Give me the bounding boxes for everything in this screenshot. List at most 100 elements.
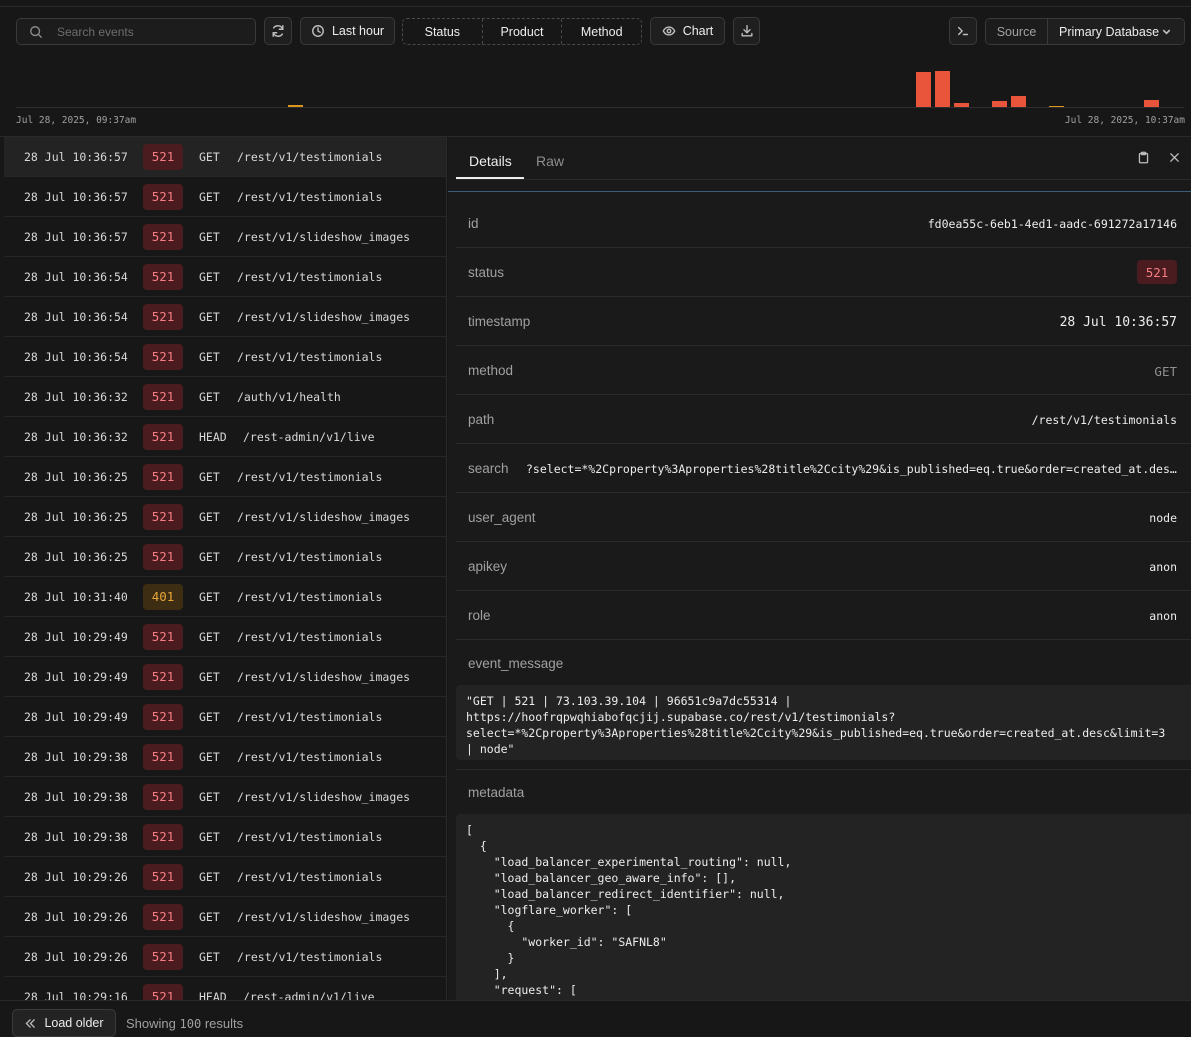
log-row[interactable]: 28 Jul 10:31:40 401 GET/rest/v1/testimonia… bbox=[4, 577, 446, 617]
histogram-bar[interactable] bbox=[1011, 96, 1026, 107]
log-method: GET bbox=[199, 149, 220, 164]
log-row[interactable]: 28 Jul 10:29:26 521 GET/rest/v1/slideshow_… bbox=[4, 897, 446, 937]
log-path: /rest/v1/testimonials bbox=[237, 949, 383, 964]
log-row[interactable]: 28 Jul 10:29:26 521 GET/rest/v1/testimonia… bbox=[4, 857, 446, 897]
log-row[interactable]: 28 Jul 10:29:49 521 GET/rest/v1/slideshow_… bbox=[4, 657, 446, 697]
log-row[interactable]: 28 Jul 10:36:57 521 GET/rest/v1/slideshow_… bbox=[4, 217, 446, 257]
histogram-bar[interactable] bbox=[935, 71, 950, 107]
log-path: /rest/v1/testimonials bbox=[237, 589, 383, 604]
log-row[interactable]: 28 Jul 10:29:38 521 GET/rest/v1/testimonia… bbox=[4, 817, 446, 857]
time-range-button[interactable]: Last hour bbox=[300, 17, 395, 45]
field-key: search bbox=[468, 461, 509, 476]
tab-raw[interactable]: Raw bbox=[536, 153, 564, 169]
status-badge: 521 bbox=[143, 343, 183, 370]
chart-toggle-button[interactable]: Chart bbox=[650, 17, 725, 45]
clipboard-icon[interactable] bbox=[1137, 151, 1150, 164]
log-row[interactable]: 28 Jul 10:36:54 521 GET/rest/v1/testimonia… bbox=[4, 337, 446, 377]
log-method: GET bbox=[199, 949, 220, 964]
results-count: Showing 100 results bbox=[126, 1016, 243, 1031]
close-icon[interactable] bbox=[1168, 151, 1181, 164]
refresh-icon bbox=[272, 25, 284, 37]
tab-details[interactable]: Details bbox=[469, 153, 512, 169]
showing-prefix: Showing bbox=[126, 1016, 176, 1031]
load-older-button[interactable]: Load older bbox=[12, 1009, 116, 1037]
log-row[interactable]: 28 Jul 10:36:57 521 GET/rest/v1/testimonia… bbox=[4, 137, 446, 177]
log-method: HEAD bbox=[199, 989, 227, 1001]
search-input[interactable] bbox=[57, 24, 237, 39]
log-timestamp: 28 Jul 10:36:32 bbox=[24, 389, 128, 404]
filter-status[interactable]: Status bbox=[403, 19, 483, 44]
status-badge: 521 bbox=[143, 223, 183, 250]
log-list[interactable]: 28 Jul 10:36:57 521 GET/rest/v1/testimonia… bbox=[4, 137, 447, 1000]
log-method: GET bbox=[199, 509, 220, 524]
log-timestamp: 28 Jul 10:29:26 bbox=[24, 949, 128, 964]
log-row[interactable]: 28 Jul 10:36:54 521 GET/rest/v1/testimonia… bbox=[4, 257, 446, 297]
field-key: id bbox=[468, 216, 479, 231]
log-timestamp: 28 Jul 10:36:57 bbox=[24, 149, 128, 164]
log-path: /rest/v1/testimonials bbox=[237, 549, 383, 564]
log-row[interactable]: 28 Jul 10:36:32 521 GET/auth/v1/health bbox=[4, 377, 446, 417]
histogram-bar[interactable] bbox=[1144, 100, 1159, 107]
panel-accent-line bbox=[448, 191, 1191, 192]
log-timestamp: 28 Jul 10:36:25 bbox=[24, 509, 128, 524]
log-row[interactable]: 28 Jul 10:36:25 521 GET/rest/v1/slideshow_… bbox=[4, 497, 446, 537]
filter-product[interactable]: Product bbox=[483, 19, 563, 44]
log-row[interactable]: 28 Jul 10:36:54 521 GET/rest/v1/slideshow_… bbox=[4, 297, 446, 337]
source-selector[interactable]: Source Primary Database bbox=[985, 18, 1185, 45]
log-path: /rest/v1/testimonials bbox=[237, 149, 383, 164]
status-badge: 521 bbox=[143, 543, 183, 570]
log-method: GET bbox=[199, 589, 220, 604]
histogram-bar[interactable] bbox=[916, 72, 931, 107]
status-badge: 521 bbox=[143, 263, 183, 290]
log-row[interactable]: 28 Jul 10:29:38 521 GET/rest/v1/slideshow_… bbox=[4, 777, 446, 817]
active-tab-indicator bbox=[456, 177, 524, 179]
histogram-end-label: Jul 28, 2025, 10:37am bbox=[1064, 115, 1185, 126]
log-row[interactable]: 28 Jul 10:36:32 521 HEAD/rest-admin/v1/liv… bbox=[4, 417, 446, 457]
log-method: GET bbox=[199, 189, 220, 204]
panel-actions bbox=[1137, 151, 1181, 164]
log-path: /rest/v1/slideshow_images bbox=[237, 789, 411, 804]
log-timestamp: 28 Jul 10:36:25 bbox=[24, 469, 128, 484]
histogram-axis bbox=[16, 107, 1184, 108]
log-path: /rest/v1/slideshow_images bbox=[237, 309, 411, 324]
log-path: /rest/v1/testimonials bbox=[237, 469, 383, 484]
log-row[interactable]: 28 Jul 10:36:57 521 GET/rest/v1/testimonia… bbox=[4, 177, 446, 217]
log-path: /rest/v1/testimonials bbox=[237, 349, 383, 364]
details-panel: Details Raw id fd0ea55c-6eb1-4ed1-aadc-6… bbox=[448, 137, 1191, 1000]
log-timestamp: 28 Jul 10:36:54 bbox=[24, 349, 128, 364]
log-row[interactable]: 28 Jul 10:36:25 521 GET/rest/v1/testimonia… bbox=[4, 457, 446, 497]
terminal-button[interactable] bbox=[949, 17, 977, 45]
load-older-label: Load older bbox=[44, 1016, 104, 1030]
log-row[interactable]: 28 Jul 10:29:38 521 GET/rest/v1/testimonia… bbox=[4, 737, 446, 777]
footer: Load older Showing 100 results bbox=[0, 1000, 1191, 1037]
event-message-box: "GET | 521 | 73.103.39.104 | 96651c9a7dc… bbox=[456, 685, 1191, 760]
log-row[interactable]: 28 Jul 10:29:49 521 GET/rest/v1/testimonia… bbox=[4, 697, 446, 737]
field-key: timestamp bbox=[468, 314, 531, 329]
field-key: apikey bbox=[468, 559, 508, 574]
log-row[interactable]: 28 Jul 10:29:49 521 GET/rest/v1/testimonia… bbox=[4, 617, 446, 657]
status-badge: 521 bbox=[143, 423, 183, 450]
log-timestamp: 28 Jul 10:29:49 bbox=[24, 629, 128, 644]
log-path: /rest/v1/slideshow_images bbox=[237, 509, 411, 524]
log-timestamp: 28 Jul 10:29:38 bbox=[24, 789, 128, 804]
filter-method[interactable]: Method bbox=[562, 19, 641, 44]
event-message-label: event_message bbox=[468, 656, 564, 671]
field-status: status 521 bbox=[456, 248, 1191, 297]
source-dropdown[interactable]: Primary Database bbox=[1048, 19, 1184, 44]
download-button[interactable] bbox=[733, 17, 760, 45]
log-method: GET bbox=[199, 349, 220, 364]
field-id: id fd0ea55c-6eb1-4ed1-aadc-691272a17146 bbox=[456, 199, 1191, 248]
status-badge: 521 bbox=[143, 863, 183, 890]
log-row[interactable]: 28 Jul 10:29:16 521 HEAD/rest-admin/v1/liv… bbox=[4, 977, 446, 1000]
search-box[interactable] bbox=[16, 18, 256, 45]
log-row[interactable]: 28 Jul 10:36:25 521 GET/rest/v1/testimonia… bbox=[4, 537, 446, 577]
log-method: GET bbox=[199, 669, 220, 684]
log-timestamp: 28 Jul 10:36:54 bbox=[24, 269, 128, 284]
field-key: user_agent bbox=[468, 510, 536, 525]
refresh-button[interactable] bbox=[264, 17, 292, 45]
event-histogram[interactable] bbox=[16, 52, 1184, 108]
log-row[interactable]: 28 Jul 10:29:26 521 GET/rest/v1/testimonia… bbox=[4, 937, 446, 977]
field-key: path bbox=[468, 412, 495, 427]
log-timestamp: 28 Jul 10:29:16 bbox=[24, 989, 128, 1001]
log-method: GET bbox=[199, 629, 220, 644]
